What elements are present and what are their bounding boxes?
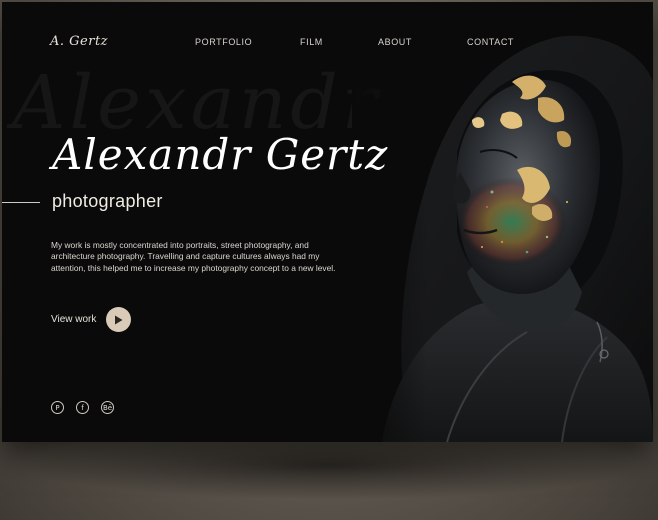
portrait-photo (352, 2, 653, 442)
hero-subtitle: photographer (52, 191, 163, 211)
pinterest-icon[interactable]: P (51, 401, 64, 414)
nav-film[interactable]: FILM (300, 37, 323, 47)
view-work-button[interactable]: View work (51, 307, 132, 332)
nav-contact[interactable]: CONTACT (467, 37, 514, 47)
behance-icon[interactable]: Bē (101, 401, 114, 414)
hero-description: My work is mostly concentrated into port… (51, 240, 336, 273)
website-screen: Alexandr A. Gertz PORTFOLIO FILM ABOUT C… (2, 2, 653, 442)
nav-portfolio[interactable]: PORTFOLIO (195, 37, 252, 47)
facebook-icon[interactable]: f (76, 401, 89, 414)
nav-about[interactable]: ABOUT (378, 37, 412, 47)
play-button[interactable] (106, 307, 132, 332)
subtitle-divider (2, 202, 40, 203)
play-icon (115, 315, 123, 324)
hero-title: Alexandr Gertz (52, 130, 389, 179)
view-work-label: View work (51, 314, 97, 325)
site-logo[interactable]: A. Gertz (50, 34, 108, 49)
